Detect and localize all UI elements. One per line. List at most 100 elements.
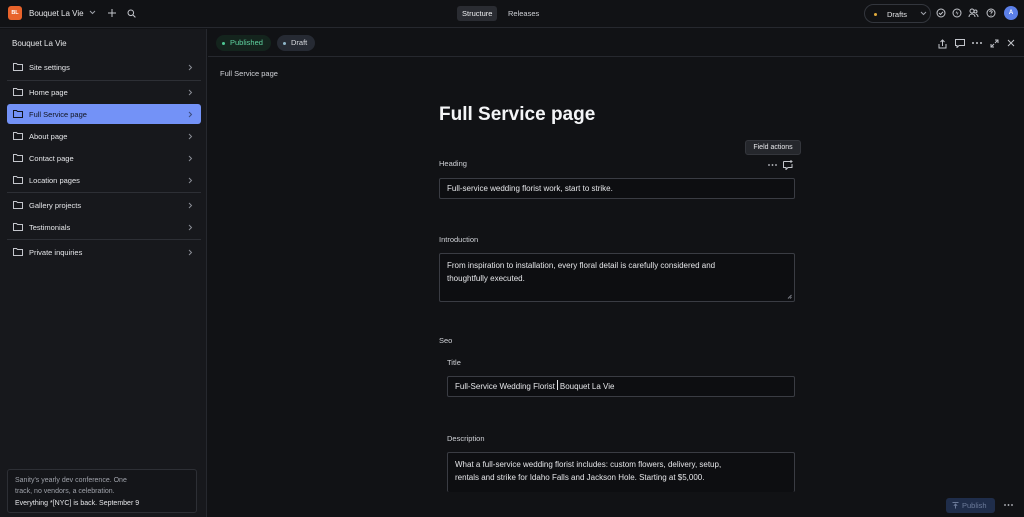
text-caret xyxy=(556,380,558,390)
document-breadcrumb: Full Service page xyxy=(220,69,278,78)
sidebar-divider xyxy=(7,192,201,193)
seo-title-input[interactable]: Full-Service Wedding Florist Bouquet La V… xyxy=(447,376,795,397)
perspective-label: Drafts xyxy=(887,10,908,19)
chevron-right-icon xyxy=(188,133,193,140)
top-navbar: BL Bouquet La Vie Structure Releases Dra… xyxy=(0,0,1024,28)
sidebar-item-private-inquiries[interactable]: Private inquiries xyxy=(7,242,201,262)
sidebar-item-full-service-page[interactable]: Full Service page xyxy=(7,104,201,124)
chevron-right-icon xyxy=(188,249,193,256)
chevron-right-icon xyxy=(188,177,193,184)
publish-icon xyxy=(952,502,959,509)
users-icon[interactable] xyxy=(968,8,979,18)
tab-releases[interactable]: Releases xyxy=(503,6,544,21)
resize-handle-icon[interactable] xyxy=(787,294,792,299)
document-title: Full Service page xyxy=(439,104,596,125)
publish-label: Publish xyxy=(962,501,987,510)
sidebar-item-location-pages[interactable]: Location pages xyxy=(7,170,201,190)
draft-badge[interactable]: Draft xyxy=(277,35,316,51)
publish-more-icon[interactable] xyxy=(1004,504,1013,506)
folder-icon xyxy=(13,248,23,256)
sidebar-item-contact-page[interactable]: Contact page xyxy=(7,148,201,168)
sidebar-item-gallery-projects[interactable]: Gallery projects xyxy=(7,195,201,215)
draft-label: Draft xyxy=(291,38,308,47)
introduction-line: thoughtfully executed. xyxy=(447,274,525,283)
folder-icon xyxy=(13,132,23,140)
comment-icon[interactable] xyxy=(955,39,965,48)
folder-icon xyxy=(13,110,23,118)
perspective-select[interactable]: Drafts xyxy=(864,4,931,23)
sidebar-divider xyxy=(7,80,201,81)
chevron-right-icon xyxy=(188,64,193,71)
workspace-logo[interactable]: BL xyxy=(8,6,22,20)
plus-icon[interactable] xyxy=(107,8,117,18)
chevron-right-icon xyxy=(188,155,193,162)
sidebar-item-site-settings[interactable]: Site settings xyxy=(7,57,201,77)
heading-label: Heading xyxy=(439,159,467,168)
introduction-label: Introduction xyxy=(439,235,479,244)
chevron-down-icon[interactable] xyxy=(89,10,96,15)
add-comment-icon[interactable] xyxy=(783,160,793,170)
share-icon[interactable] xyxy=(938,39,947,49)
promo-text: track, no vendors, a celebration. xyxy=(15,488,115,495)
sidebar-item-testimonials[interactable]: Testimonials xyxy=(7,217,201,237)
sidebar-item-label: Gallery projects xyxy=(29,201,82,210)
seo-description-textarea[interactable]: What a full-service wedding florist incl… xyxy=(447,452,795,492)
description-line: rentals and strike for Idaho Falls and J… xyxy=(455,473,705,482)
sidebar-item-home-page[interactable]: Home page xyxy=(7,82,201,102)
seo-title-label: Title xyxy=(447,358,461,367)
promo-text: Sanity's yearly dev conference. One xyxy=(15,477,127,484)
sidebar-item-label: Site settings xyxy=(29,63,70,72)
status-dot xyxy=(283,41,286,45)
published-label: Published xyxy=(230,38,263,47)
chevron-right-icon xyxy=(188,202,193,209)
sidebar-item-about-page[interactable]: About page xyxy=(7,126,201,146)
user-avatar[interactable]: A xyxy=(1004,6,1018,20)
search-icon[interactable] xyxy=(127,9,136,18)
sidebar-item-label: Contact page xyxy=(29,154,74,163)
sidebar-title: Bouquet La Vie xyxy=(12,39,67,48)
folder-icon xyxy=(13,88,23,96)
seo-description-label: Description xyxy=(447,434,485,443)
sidebar-item-label: About page xyxy=(29,132,68,141)
sidebar-item-label: Location pages xyxy=(29,176,80,185)
tab-structure[interactable]: Structure xyxy=(457,6,498,21)
structure-sidebar: Bouquet La Vie Site settings Home page F… xyxy=(0,29,207,517)
publish-button[interactable]: Publish xyxy=(946,498,995,513)
seo-title-text: Bouquet La Vie xyxy=(559,382,615,391)
seo-title-text: Full-Service Wedding Florist xyxy=(455,382,555,391)
chevron-right-icon xyxy=(188,89,193,96)
close-icon[interactable] xyxy=(1007,39,1015,47)
sidebar-item-label: Full Service page xyxy=(29,110,87,119)
chevron-down-icon xyxy=(920,11,927,16)
status-dot xyxy=(222,41,225,45)
published-badge[interactable]: Published xyxy=(216,35,271,51)
description-line: What a full-service wedding florist incl… xyxy=(455,460,722,469)
sidebar-item-label: Private inquiries xyxy=(29,248,83,257)
field-actions-tooltip: Field actions xyxy=(745,140,801,155)
introduction-textarea[interactable]: From inspiration to installation, every … xyxy=(439,253,795,302)
expand-icon[interactable] xyxy=(990,39,999,48)
field-actions-more-icon[interactable] xyxy=(768,164,777,166)
folder-icon xyxy=(13,201,23,209)
sidebar-item-label: Testimonials xyxy=(29,223,71,232)
sidebar-divider xyxy=(7,239,201,240)
folder-icon xyxy=(13,223,23,231)
sidebar-item-label: Home page xyxy=(29,88,68,97)
promo-headline: Everything *[NYC] is back. September 9 xyxy=(15,500,140,507)
folder-icon xyxy=(13,154,23,162)
check-circle-icon[interactable] xyxy=(936,8,946,18)
more-icon[interactable] xyxy=(972,42,982,44)
conference-promo-card[interactable]: Sanity's yearly dev conference. One trac… xyxy=(7,469,197,513)
bolt-icon[interactable] xyxy=(952,8,962,18)
heading-input[interactable]: Full-service wedding florist work, start… xyxy=(439,178,795,199)
seo-label: Seo xyxy=(439,336,453,345)
chevron-right-icon xyxy=(188,111,193,118)
workspace-name[interactable]: Bouquet La Vie xyxy=(29,9,84,18)
help-icon[interactable] xyxy=(986,8,996,18)
drafts-status-dot xyxy=(874,12,877,16)
folder-icon xyxy=(13,176,23,184)
document-header: Published Draft xyxy=(208,29,1024,57)
chevron-right-icon xyxy=(188,224,193,231)
introduction-line: From inspiration to installation, every … xyxy=(447,261,716,270)
folder-icon xyxy=(13,63,23,71)
